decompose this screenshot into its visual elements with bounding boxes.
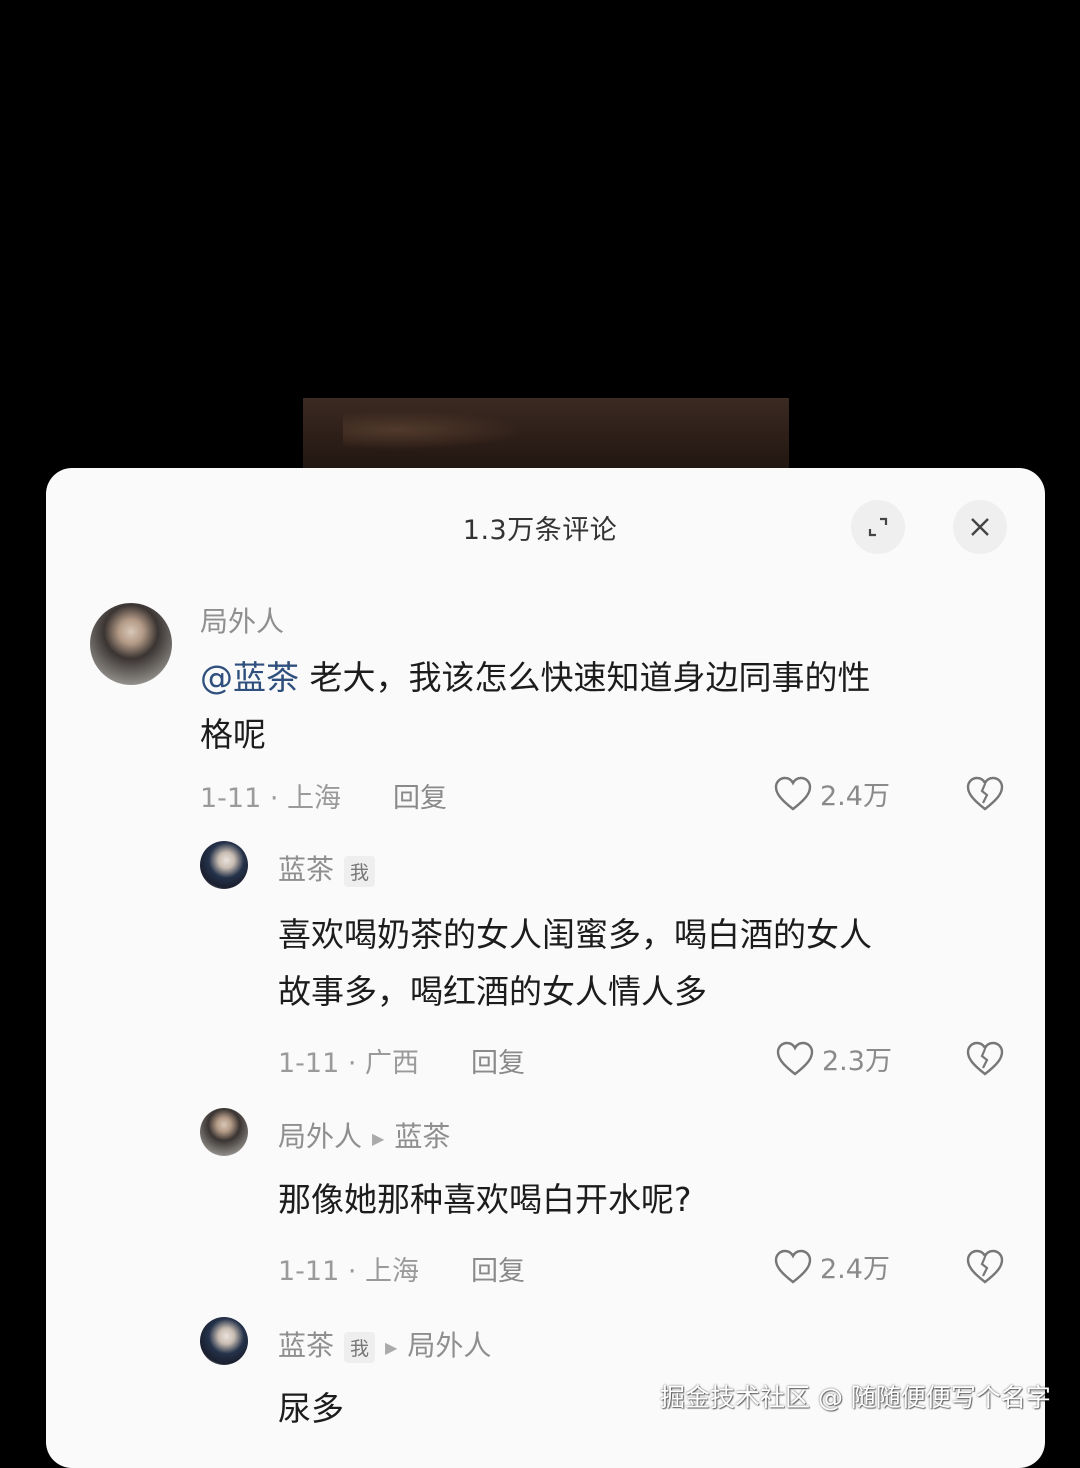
mention-link[interactable]: @蓝茶 (200, 658, 299, 697)
like-count: 2.3万 (822, 1046, 892, 1077)
dislike-button[interactable] (966, 776, 1004, 816)
avatar[interactable] (200, 841, 248, 889)
like-button[interactable]: 2.4万 (774, 1247, 890, 1286)
dislike-button[interactable] (966, 1041, 1004, 1081)
dislike-button[interactable] (966, 1249, 1004, 1289)
broken-heart-icon (966, 1041, 1004, 1076)
expand-icon (868, 517, 888, 537)
comment-username[interactable]: 局外人 (200, 600, 284, 640)
avatar[interactable] (200, 1317, 248, 1365)
comment-text-line: 老大，我该怎么快速知道身边同事的性 (299, 658, 871, 697)
comment-username[interactable]: 局外人 ▶ 蓝茶 (278, 1115, 450, 1155)
username-text: 蓝茶 (278, 853, 335, 886)
comment-text-line: 尿多 (278, 1389, 344, 1428)
reply-button[interactable]: 回复 (393, 776, 447, 815)
like-count: 2.4万 (820, 781, 890, 812)
reply-button[interactable]: 回复 (471, 1041, 525, 1080)
comment-text-line: 故事多，喝红酒的女人情人多 (278, 972, 707, 1011)
comment-meta: 1-11 · 广西 (278, 1048, 420, 1079)
comment-count-title: 1.3万条评论 (462, 515, 618, 546)
comment-text-line: 格呢 (200, 715, 266, 754)
broken-heart-icon (966, 776, 1004, 811)
like-button[interactable]: 2.4万 (774, 774, 890, 813)
reply-target-username[interactable]: 局外人 (407, 1329, 491, 1362)
heart-icon (774, 1249, 812, 1284)
like-button[interactable]: 2.3万 (776, 1039, 892, 1078)
broken-heart-icon (966, 1249, 1004, 1284)
comment-meta: 1-11 · 上海 (200, 783, 342, 814)
comment-text: @蓝茶 老大，我该怎么快速知道身边同事的性 (200, 649, 1010, 706)
reply-button[interactable]: 回复 (471, 1249, 525, 1288)
like-count: 2.4万 (820, 1254, 890, 1285)
comment-username[interactable]: 蓝茶我 ▶ 局外人 (278, 1324, 491, 1364)
triangle-right-icon: ▶ (372, 1128, 385, 1148)
close-icon (971, 518, 989, 536)
avatar[interactable] (90, 603, 172, 685)
reply-target-username[interactable]: 蓝茶 (394, 1120, 450, 1153)
author-self-badge: 我 (344, 855, 376, 887)
comment-meta: 1-11 · 上海 (278, 1256, 420, 1287)
triangle-right-icon: ▶ (385, 1337, 398, 1357)
username-text: 蓝茶 (278, 1329, 335, 1362)
heart-icon (776, 1041, 814, 1076)
username-text: 局外人 (278, 1120, 363, 1153)
close-button[interactable] (953, 500, 1007, 554)
avatar[interactable] (200, 1108, 248, 1156)
comment-text-line: 那像她那种喜欢喝白开水呢? (278, 1180, 692, 1219)
comment-username[interactable]: 蓝茶我 (278, 848, 376, 888)
heart-icon (774, 776, 812, 811)
expand-button[interactable] (851, 500, 905, 554)
watermark: 掘金技术社区 @ 随随便便写个名字 (660, 1383, 1051, 1412)
comment-text-line: 喜欢喝奶茶的女人闺蜜多，喝白酒的女人 (278, 915, 872, 954)
video-preview (303, 398, 789, 478)
author-self-badge: 我 (344, 1331, 376, 1363)
